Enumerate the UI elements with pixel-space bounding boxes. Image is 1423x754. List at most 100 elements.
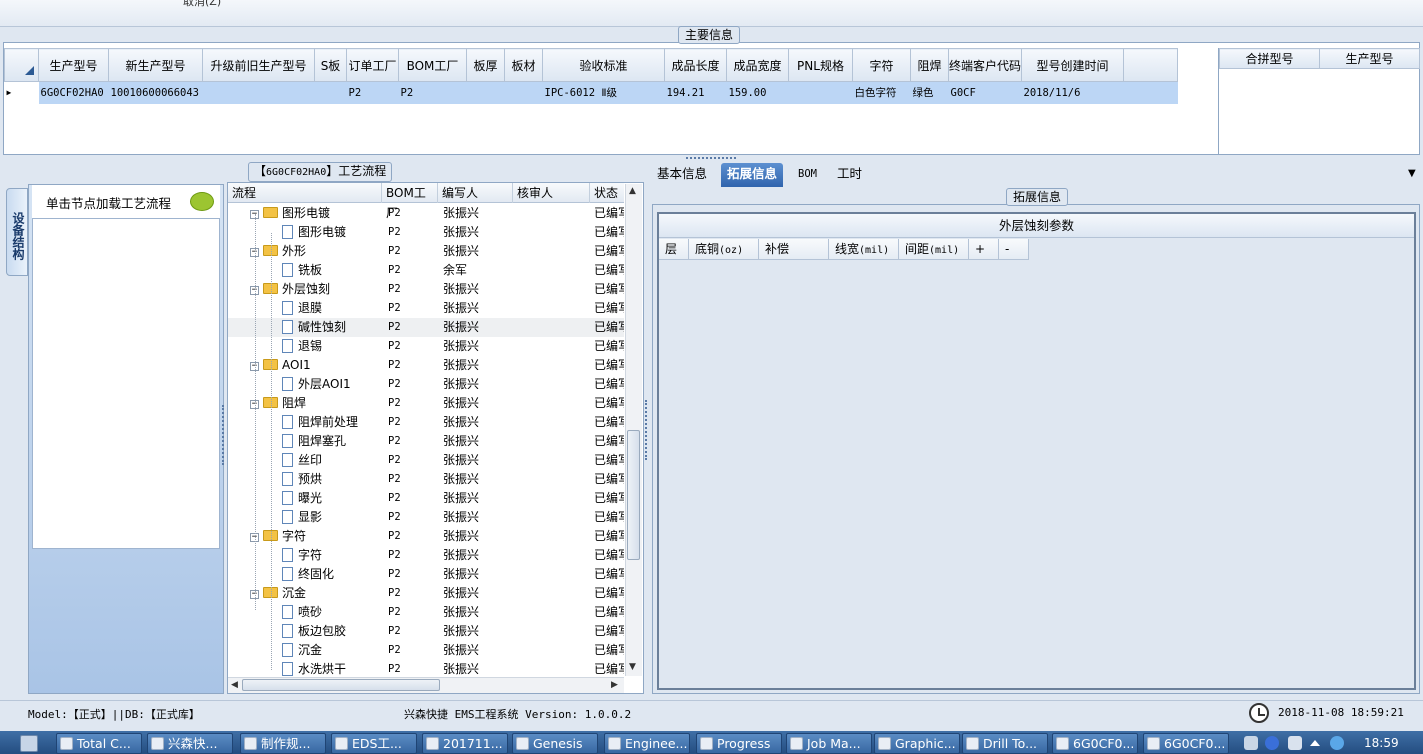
start-button-icon[interactable] [20,735,38,752]
tab-bom[interactable]: BOM [792,163,823,187]
main-cell[interactable]: 159.00 [726,81,789,104]
process-step-row[interactable]: 图形电镀 P2 张振兴 已编写 [228,223,624,242]
taskbar-item[interactable]: 制作规... [240,733,326,754]
main-cell[interactable]: 10010600066043 [108,81,203,104]
main-cell[interactable]: 194.21 [664,81,727,104]
merge-col-header[interactable]: 合拼型号 [1219,48,1320,69]
taskbar-item[interactable]: Total C... [56,733,142,754]
scroll-down-icon[interactable]: ▼ [629,662,636,672]
process-step-row[interactable]: 丝印 P2 张振兴 已编写 [228,451,624,470]
center-splitter-grip[interactable] [645,400,649,460]
main-col-header[interactable]: 生产型号 [38,48,109,82]
scroll-left-icon[interactable]: ◀ [231,680,238,690]
process-group-row[interactable]: −图形电镀 P2 张振兴 已编写 [228,204,624,223]
security-icon[interactable] [1330,736,1344,750]
cancel-button[interactable]: 取消(Z) [183,0,221,9]
param-col-layer[interactable]: 层 [659,239,689,260]
taskbar-item[interactable]: EDS工... [331,733,417,754]
tab-extended-info[interactable]: 拓展信息 [721,163,784,187]
main-col-header[interactable]: 订单工厂 [346,48,399,82]
process-group-row[interactable]: −外层蚀刻 P2 张振兴 已编写 [228,280,624,299]
main-col-header[interactable]: PNL规格 [788,48,853,82]
taskbar-item[interactable]: Enginee... [604,733,690,754]
main-cell[interactable]: P2 [398,81,467,104]
main-col-header[interactable]: 升级前旧生产型号 [202,48,315,82]
main-cell[interactable]: 绿色 [910,81,949,104]
main-col-header[interactable]: 型号创建时间 [1021,48,1125,82]
equipment-structure-tab[interactable]: 设备结构 [6,188,28,276]
taskbar-item[interactable]: 201711... [422,733,508,754]
col-reviewer[interactable]: 核审人 [513,183,590,203]
process-group-row[interactable]: −阻焊 P2 张振兴 已编写 [228,394,624,413]
process-step-row[interactable]: 沉金 P2 张振兴 已编写 [228,641,624,660]
main-cell[interactable]: G0CF [948,81,1022,104]
process-step-row[interactable]: 显影 P2 张振兴 已编写 [228,508,624,527]
main-cell[interactable]: P2 [346,81,399,104]
process-group-row[interactable]: −字符 P2 张振兴 已编写 [228,527,624,546]
main-cell[interactable] [314,81,347,104]
main-col-header[interactable]: 新生产型号 [108,48,203,82]
main-col-header[interactable]: BOM工厂 [398,48,467,82]
tree-horizontal-scroll-thumb[interactable] [242,679,440,691]
process-step-row[interactable]: 退膜 P2 张振兴 已编写 [228,299,624,318]
param-col-spacing[interactable]: 间距(mil) [899,239,969,260]
col-flow[interactable]: 流程 [228,183,382,203]
left-splitter-grip[interactable] [222,405,226,465]
main-info-row[interactable]: ▶ 6G0CF02HA0 10010600066043 P2 P2 IPC-6012 Ⅱ级… [4,81,1178,104]
add-row-button[interactable]: + [969,239,999,260]
main-col-header[interactable]: S板 [314,48,347,82]
process-step-row[interactable]: 曝光 P2 张振兴 已编写 [228,489,624,508]
process-step-row[interactable]: 喷砂 P2 张振兴 已编写 [228,603,624,622]
main-cell[interactable] [788,81,853,104]
process-group-row[interactable]: −外形 P2 张振兴 已编写 [228,242,624,261]
process-step-row[interactable]: 阻焊塞孔 P2 张振兴 已编写 [228,432,624,451]
main-col-header[interactable]: 成品宽度 [726,48,789,82]
main-col-header[interactable]: 验收标准 [542,48,665,82]
col-status[interactable]: 状态 [590,183,624,203]
help-icon[interactable] [1265,736,1279,750]
process-group-row[interactable]: −沉金 P2 张振兴 已编写 [228,584,624,603]
taskbar-item[interactable]: 兴森快... [147,733,233,754]
process-step-row[interactable]: 预烘 P2 张振兴 已编写 [228,470,624,489]
horizontal-splitter-grip[interactable] [686,157,736,161]
main-col-header[interactable]: 终端客户代码 [947,48,1023,82]
main-col-header[interactable]: 板材 [504,48,543,82]
tab-dropdown-icon[interactable]: ▼ [1408,168,1416,179]
main-cell[interactable]: 6G0CF02HA0 [38,81,109,104]
taskbar-item[interactable]: Graphic... [874,733,960,754]
main-cell[interactable] [202,81,315,104]
taskbar-item[interactable]: Job Ma... [786,733,872,754]
main-col-header[interactable]: 阻焊 [910,48,949,82]
process-step-row[interactable]: 退锡 P2 张振兴 已编写 [228,337,624,356]
param-col-line-width[interactable]: 线宽(mil) [829,239,899,260]
keyboard-icon[interactable] [1244,736,1258,750]
merge-col-header[interactable]: 生产型号 [1319,48,1420,69]
param-col-base-copper[interactable]: 底铜(oz) [689,239,759,260]
network-icon[interactable] [1288,736,1302,750]
process-step-row[interactable]: 外层AOI1 P2 张振兴 已编写 [228,375,624,394]
process-step-row[interactable]: 终固化 P2 张振兴 已编写 [228,565,624,584]
remove-row-button[interactable]: - [999,239,1029,260]
main-cell[interactable]: 白色字符 [852,81,911,104]
col-author[interactable]: 编写人 [438,183,513,203]
taskbar-item[interactable]: Progress [696,733,782,754]
tray-expand-icon[interactable] [1310,740,1320,746]
scroll-right-icon[interactable]: ▶ [611,680,618,690]
main-cell[interactable] [504,81,543,104]
main-col-header[interactable]: 板厚 [466,48,505,82]
taskbar-item[interactable]: 6G0CF0... [1052,733,1138,754]
tree-vertical-scroll-thumb[interactable] [627,430,640,560]
main-col-header[interactable]: 字符 [852,48,911,82]
process-step-row[interactable]: 字符 P2 张振兴 已编写 [228,546,624,565]
main-cell[interactable]: IPC-6012 Ⅱ级 [542,81,665,104]
process-group-row[interactable]: −AOI1 P2 张振兴 已编写 [228,356,624,375]
process-step-row[interactable]: 板边包胶 P2 张振兴 已编写 [228,622,624,641]
taskbar-clock[interactable]: 18:59 [1364,736,1399,750]
scroll-up-icon[interactable]: ▲ [629,186,636,196]
taskbar-item[interactable]: 6G0CF0... [1143,733,1229,754]
process-step-row[interactable]: 碱性蚀刻 P2 张振兴 已编写 [228,318,624,337]
col-bom-factory[interactable]: BOM工厂 [382,183,438,220]
process-step-row[interactable]: 阻焊前处理 P2 张振兴 已编写 [228,413,624,432]
tab-basic-info[interactable]: 基本信息 [651,163,713,187]
process-step-row[interactable]: 铣板 P2 余军 已编写 [228,261,624,280]
